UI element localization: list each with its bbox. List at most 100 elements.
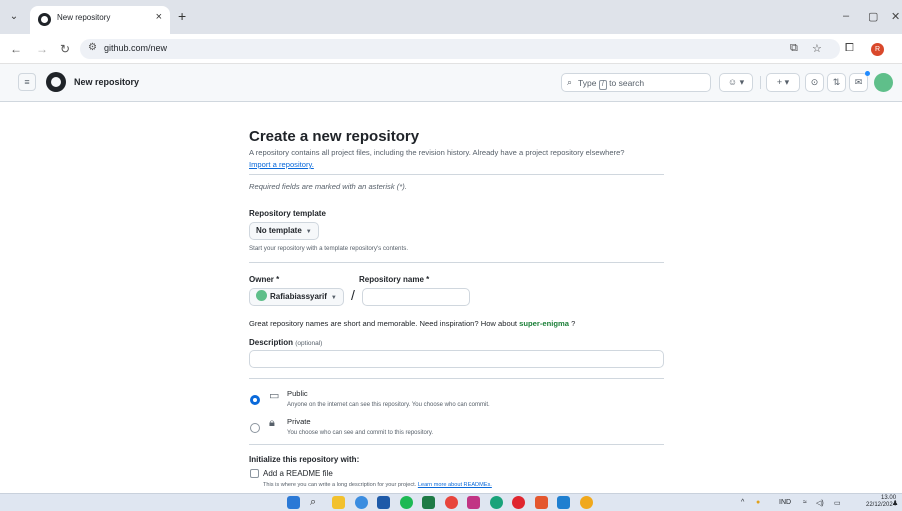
- store-icon[interactable]: [377, 496, 390, 509]
- opera-icon[interactable]: [512, 496, 525, 509]
- menu-icon[interactable]: ≡: [18, 73, 36, 91]
- language-indicator[interactable]: IND: [779, 499, 791, 506]
- initialize-label: Initialize this repository with:: [249, 455, 360, 464]
- repo-name-label: Repository name *: [359, 275, 430, 284]
- tab-title: New repository: [57, 13, 111, 22]
- divider: [249, 444, 664, 445]
- search-icon[interactable]: ⌕: [310, 496, 323, 509]
- chat-icon[interactable]: [355, 496, 368, 509]
- readme-description: This is where you can write a long descr…: [263, 482, 492, 488]
- import-repository-link[interactable]: Import a repository.: [249, 160, 314, 169]
- suggested-name[interactable]: super-enigma: [519, 319, 569, 328]
- profile-avatar[interactable]: R: [871, 43, 884, 56]
- chevron-down-icon: ▼: [305, 229, 312, 235]
- tab-search-button[interactable]: ⌄: [6, 9, 22, 25]
- extensions-icon[interactable]: ⧠: [845, 42, 854, 55]
- owner-value: Rafiabiassyarif: [270, 292, 327, 301]
- site-info-icon[interactable]: ⚙: [88, 42, 97, 53]
- search-icon: ⌕: [567, 77, 573, 87]
- github-favicon-icon: [38, 13, 51, 26]
- install-app-icon[interactable]: ⧉: [790, 42, 798, 55]
- file-explorer-icon[interactable]: [332, 496, 345, 509]
- windows-start-icon[interactable]: [287, 496, 300, 509]
- search-prefix: Type: [578, 78, 597, 88]
- close-window-button[interactable]: ✕: [891, 10, 900, 23]
- divider: [249, 262, 664, 263]
- learn-readmes-link[interactable]: Learn more about READMEs.: [418, 482, 492, 488]
- description-label: Description (optional): [249, 338, 322, 347]
- add-readme-checkbox[interactable]: [250, 469, 259, 478]
- repository-name-input[interactable]: [362, 288, 470, 306]
- visibility-public-radio[interactable]: [250, 395, 260, 405]
- divider: [249, 174, 664, 175]
- maximize-button[interactable]: ▢: [868, 10, 878, 23]
- chevron-down-icon: ▼: [330, 295, 337, 301]
- github-logo-icon[interactable]: [46, 72, 66, 92]
- issues-icon[interactable]: ⊙: [805, 73, 824, 92]
- browser-tab[interactable]: New repository ×: [30, 6, 170, 34]
- owner-select[interactable]: Rafiabiassyarif ▼: [249, 288, 344, 306]
- template-label: Repository template: [249, 209, 326, 218]
- owner-label: Owner *: [249, 275, 280, 284]
- user-avatar[interactable]: [874, 73, 893, 92]
- reload-icon[interactable]: ↻: [60, 42, 70, 56]
- vscode-icon[interactable]: [557, 496, 570, 509]
- visibility-private-desc: You choose who can see and commit to thi…: [287, 430, 434, 436]
- intro-text: A repository contains all project files,…: [249, 148, 625, 157]
- search-shortcut-key: /: [598, 80, 607, 90]
- divider: [249, 378, 664, 379]
- create-new-button[interactable]: + ▾: [766, 73, 800, 92]
- spotify-icon[interactable]: [400, 496, 413, 509]
- browser-toolbar: ← → ↻ ⚙ github.com/new ⧉ ☆ ⧠ R: [0, 34, 902, 64]
- template-select[interactable]: No template ▼: [249, 222, 319, 240]
- address-bar[interactable]: ⚙ github.com/new: [80, 39, 840, 59]
- notification-bell-icon[interactable]: ♟: [892, 499, 898, 507]
- add-readme-label[interactable]: Add a README file: [263, 469, 333, 478]
- back-icon[interactable]: ←: [10, 42, 22, 56]
- repo-book-icon: ▭: [269, 390, 280, 402]
- wifi-icon[interactable]: ≈: [803, 499, 807, 506]
- visibility-public-title: Public: [287, 389, 308, 398]
- description-input[interactable]: [249, 350, 664, 368]
- visibility-public-desc: Anyone on the internet can see this repo…: [287, 402, 490, 408]
- owner-repo-separator: /: [351, 287, 355, 303]
- visibility-private-radio[interactable]: [250, 423, 260, 433]
- excel-icon[interactable]: [422, 496, 435, 509]
- new-tab-button[interactable]: +: [178, 9, 186, 23]
- copilot-button[interactable]: ☺ ▾: [719, 73, 753, 92]
- search-suffix: to search: [609, 78, 645, 88]
- readme-desc-text: This is where you can write a long descr…: [263, 482, 417, 488]
- office-icon[interactable]: [535, 496, 548, 509]
- pull-requests-icon[interactable]: ⇅: [827, 73, 846, 92]
- github-header: ≡ New repository ⌕ Type / to search ☺ ▾ …: [0, 64, 902, 102]
- header-context-title: New repository: [74, 77, 140, 87]
- forward-icon[interactable]: →: [36, 42, 48, 56]
- search-input[interactable]: ⌕ Type / to search: [561, 73, 711, 92]
- minimize-button[interactable]: –: [843, 10, 849, 22]
- header-divider: [760, 76, 761, 89]
- notification-indicator: [865, 71, 870, 76]
- chrome-2-icon[interactable]: [580, 496, 593, 509]
- name-inspiration: Great repository names are short and mem…: [249, 319, 575, 328]
- edge-icon[interactable]: [490, 496, 503, 509]
- windows-taskbar: ⌕ ^ ● IND ≈ ◁) ▭ 13.00 22/12/2024 ♟: [0, 493, 902, 511]
- battery-icon[interactable]: ▭: [834, 499, 841, 507]
- template-value: No template: [256, 226, 302, 235]
- tab-close-button[interactable]: ×: [156, 11, 162, 23]
- chevron-up-icon[interactable]: ^: [741, 499, 744, 506]
- required-fields-note: Required fields are marked with an aster…: [249, 182, 407, 191]
- inspiration-text: Great repository names are short and mem…: [249, 319, 518, 328]
- browser-tabstrip: ⌄ New repository × + – ▢ ✕: [0, 0, 902, 34]
- bookmark-star-icon[interactable]: ☆: [812, 42, 822, 55]
- description-label-text: Description: [249, 338, 294, 347]
- volume-icon[interactable]: ◁): [816, 499, 824, 507]
- page-title: Create a new repository: [249, 128, 420, 145]
- inspiration-end: ?: [571, 319, 576, 328]
- lock-icon: 🔒︎: [269, 417, 275, 429]
- owner-avatar: [256, 290, 267, 301]
- chrome-icon[interactable]: [445, 496, 458, 509]
- weather-icon[interactable]: ●: [756, 499, 760, 506]
- inbox-icon[interactable]: ✉: [849, 73, 868, 92]
- visibility-private-title: Private: [287, 417, 311, 426]
- instagram-icon[interactable]: [467, 496, 480, 509]
